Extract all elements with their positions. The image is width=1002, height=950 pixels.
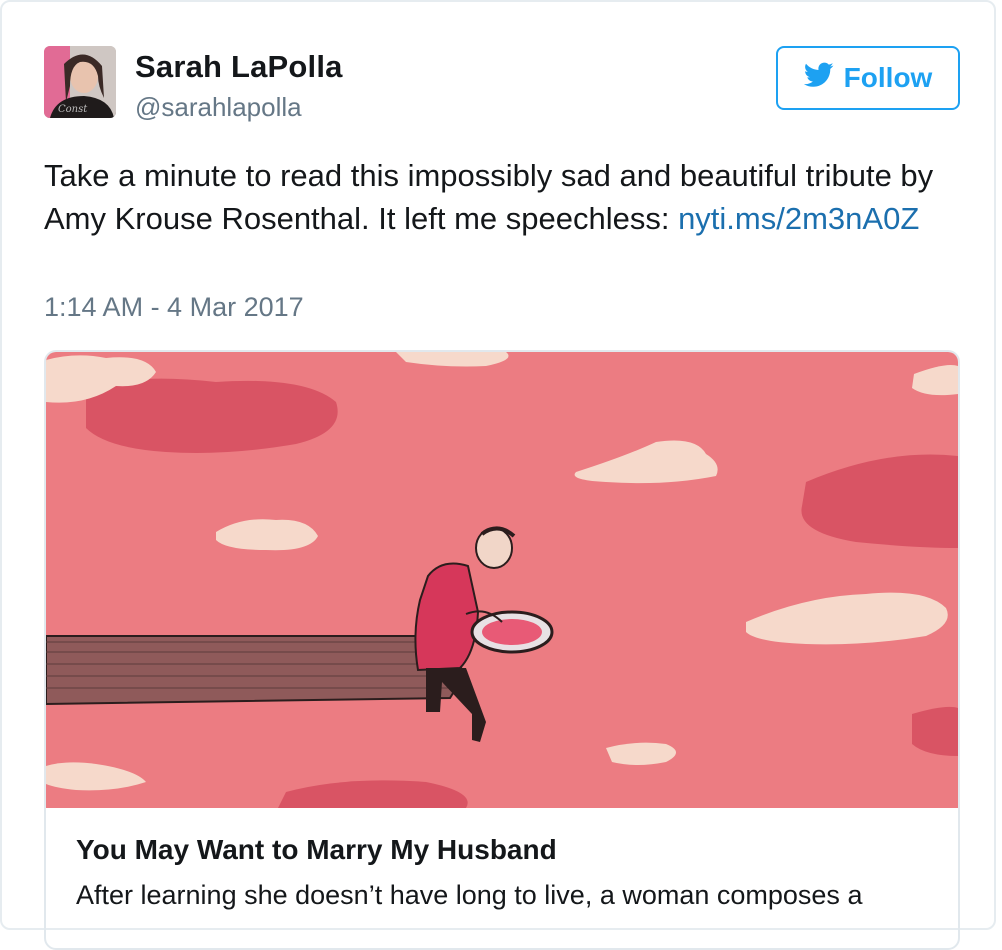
dark-cloud: [912, 706, 958, 756]
dock: [46, 635, 468, 706]
display-name[interactable]: Sarah LaPolla: [135, 49, 343, 85]
user-handle[interactable]: @sarahlapolla: [135, 92, 302, 123]
man-head: [475, 527, 513, 569]
card-image[interactable]: [46, 352, 958, 808]
avatar[interactable]: Const: [44, 46, 116, 118]
svg-text:Const: Const: [58, 104, 88, 115]
dark-cloud: [86, 378, 338, 453]
card-description: After learning she doesn’t have long to …: [76, 880, 863, 910]
tweet-card: Const Sarah LaPolla @sarahlapolla Follow…: [0, 0, 996, 950]
card-title[interactable]: You May Want to Marry My Husband: [76, 834, 557, 866]
tweet-timestamp[interactable]: 1:14 AM - 4 Mar 2017: [44, 292, 304, 323]
follow-label: Follow: [843, 62, 933, 93]
tweet-text: Take a minute to read this impossibly sa…: [44, 154, 954, 240]
link-preview-card[interactable]: You May Want to Marry My Husband After l…: [44, 350, 960, 950]
mirror-reflection: [482, 619, 542, 645]
twitter-bird-icon: [803, 62, 834, 95]
follow-button[interactable]: Follow: [776, 46, 960, 110]
light-cloud: [606, 742, 676, 765]
tweet-link[interactable]: nyti.ms/2m3nA0Z: [678, 201, 919, 236]
